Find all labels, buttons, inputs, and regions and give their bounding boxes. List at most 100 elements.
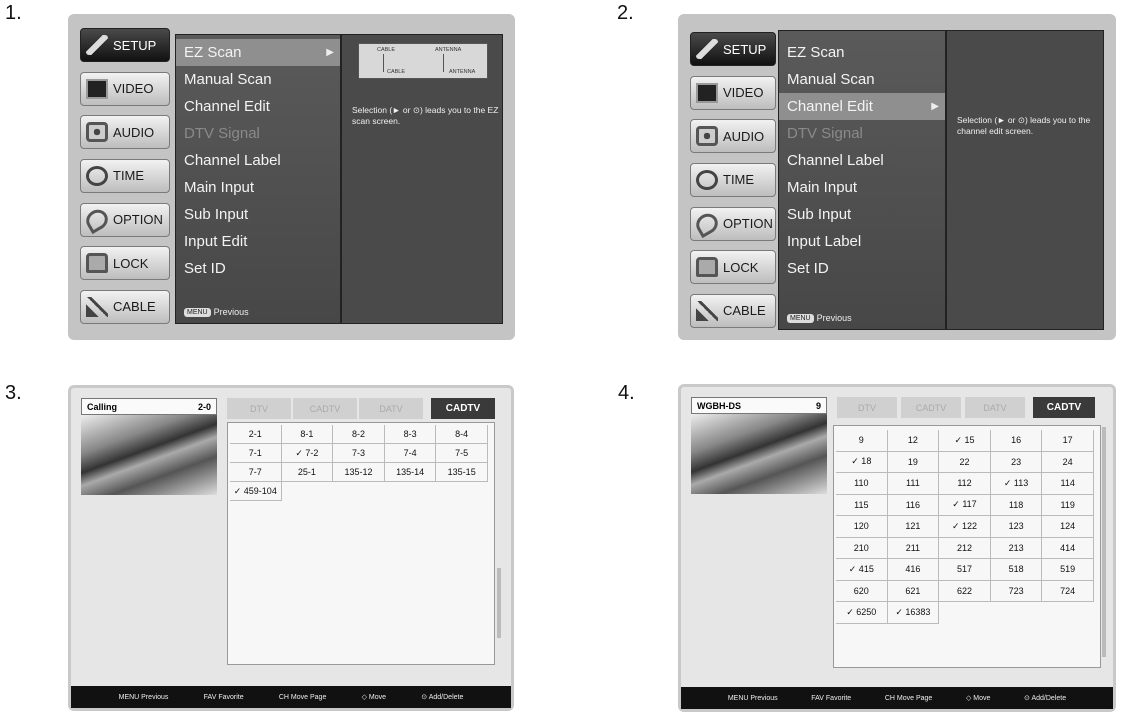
channel-cell[interactable]: 120 (836, 516, 888, 538)
menu-item-set-id[interactable]: Set ID (779, 255, 945, 282)
channel-cell[interactable]: 19 (887, 451, 940, 473)
channel-cell[interactable]: ✓ 6250 (836, 602, 888, 624)
scrollbar[interactable] (1102, 427, 1106, 657)
step-number-2: 2. (617, 2, 634, 24)
menu-item-set-id[interactable]: Set ID (176, 255, 340, 282)
menu-item-ez-scan[interactable]: EZ Scan ▶ (176, 39, 340, 66)
menu-item-input-label[interactable]: Input Label (779, 228, 945, 255)
tab-cadtv-active[interactable]: CADTV (431, 398, 495, 419)
channel-cell[interactable]: 23 (990, 451, 1043, 473)
channel-cell[interactable]: 7-3 (333, 444, 385, 463)
channel-cell[interactable]: 621 (887, 580, 940, 602)
tab-cable[interactable]: CABLE (690, 293, 776, 328)
channel-cell[interactable]: 25-1 (281, 463, 334, 482)
tab-setup[interactable]: SETUP (80, 28, 170, 62)
tab-option[interactable]: OPTION (690, 206, 776, 241)
channel-cell[interactable]: 135-14 (384, 463, 437, 482)
channel-cell[interactable]: 724 (1042, 580, 1094, 602)
channel-cell[interactable]: 8-2 (333, 425, 385, 444)
channel-cell[interactable]: 124 (1042, 516, 1094, 538)
channel-cell[interactable]: 416 (887, 559, 940, 581)
channel-cell[interactable]: 518 (990, 559, 1043, 581)
channel-cell[interactable]: 211 (887, 537, 940, 559)
channel-cell[interactable]: 7-5 (436, 444, 488, 463)
channel-cell[interactable]: 24 (1042, 451, 1094, 473)
tab-cadtv-active[interactable]: CADTV (1033, 397, 1095, 418)
channel-cell[interactable]: ✓ 15 (939, 430, 991, 452)
setup-menu-list: EZ Scan ▶ Manual Scan Channel Edit DTV Si… (175, 34, 341, 324)
channel-cell[interactable]: 118 (990, 494, 1043, 516)
menu-item-manual-scan[interactable]: Manual Scan (779, 66, 945, 93)
channel-cell[interactable]: 7-4 (384, 444, 437, 463)
tab-cadtv-1[interactable]: CADTV (901, 397, 961, 418)
channel-cell[interactable]: 16 (990, 430, 1043, 452)
channel-cell[interactable]: ✓ 415 (836, 559, 888, 581)
menu-item-main-input[interactable]: Main Input (779, 174, 945, 201)
menu-item-ez-scan[interactable]: EZ Scan (779, 39, 945, 66)
channel-cell[interactable]: 8-3 (384, 425, 437, 444)
channel-cell[interactable]: 517 (939, 559, 991, 581)
tab-datv[interactable]: DATV (965, 397, 1025, 418)
channel-cell[interactable]: 212 (939, 537, 991, 559)
channel-cell[interactable]: 213 (990, 537, 1043, 559)
tab-time[interactable]: TIME (690, 162, 776, 197)
channel-cell[interactable]: 7-7 (230, 463, 282, 482)
tab-video[interactable]: VIDEO (690, 75, 776, 110)
channel-cell[interactable]: ✓ 459-104 (230, 482, 282, 501)
channel-cell[interactable]: 112 (939, 473, 991, 495)
channel-cell[interactable]: ✓ 122 (939, 516, 991, 538)
channel-cell[interactable]: 17 (1042, 430, 1094, 452)
tab-video[interactable]: VIDEO (80, 71, 170, 106)
tab-lock[interactable]: LOCK (690, 250, 776, 285)
channel-cell[interactable]: 111 (887, 473, 940, 495)
tab-setup[interactable]: SETUP (690, 32, 776, 66)
channel-cell[interactable]: 622 (939, 580, 991, 602)
channel-cell[interactable]: ✓ 18 (836, 451, 888, 473)
menu-item-sub-input[interactable]: Sub Input (176, 201, 340, 228)
channel-cell[interactable]: 8-4 (436, 425, 488, 444)
menu-item-input-edit[interactable]: Input Edit (176, 228, 340, 255)
tab-cadtv-1[interactable]: CADTV (293, 398, 357, 419)
tab-dtv[interactable]: DTV (227, 398, 291, 419)
channel-cell[interactable]: 119 (1042, 494, 1094, 516)
channel-cell[interactable]: 2-1 (230, 425, 282, 444)
channel-cell[interactable]: 9 (836, 430, 888, 452)
scrollbar[interactable] (497, 568, 501, 638)
menu-item-channel-edit[interactable]: Channel Edit ▶ (779, 93, 945, 120)
tab-audio[interactable]: AUDIO (690, 119, 776, 154)
channel-cell[interactable]: 12 (887, 430, 940, 452)
channel-cell[interactable]: 22 (939, 451, 991, 473)
channel-cell[interactable]: 110 (836, 473, 888, 495)
tab-dtv[interactable]: DTV (837, 397, 897, 418)
channel-cell[interactable]: ✓ 117 (939, 494, 991, 516)
menu-item-main-input[interactable]: Main Input (176, 174, 340, 201)
channel-cell[interactable]: 123 (990, 516, 1043, 538)
channel-cell[interactable]: 121 (887, 516, 940, 538)
channel-cell[interactable]: ✓ 113 (990, 473, 1043, 495)
channel-cell[interactable]: ✓ 7-2 (281, 444, 334, 463)
channel-cell[interactable]: ✓ 16383 (887, 602, 940, 624)
tab-cable[interactable]: CABLE (80, 289, 170, 324)
menu-item-channel-edit[interactable]: Channel Edit (176, 93, 340, 120)
menu-item-sub-input[interactable]: Sub Input (779, 201, 945, 228)
channel-cell[interactable]: 116 (887, 494, 940, 516)
channel-cell[interactable]: 8-1 (281, 425, 334, 444)
channel-cell[interactable]: 723 (990, 580, 1043, 602)
channel-cell[interactable]: 210 (836, 537, 888, 559)
channel-cell[interactable]: 519 (1042, 559, 1094, 581)
channel-cell[interactable]: 414 (1042, 537, 1094, 559)
menu-item-manual-scan[interactable]: Manual Scan (176, 66, 340, 93)
tab-time[interactable]: TIME (80, 158, 170, 193)
channel-cell[interactable]: 135-12 (333, 463, 385, 482)
tab-option[interactable]: OPTION (80, 202, 170, 237)
menu-item-channel-label[interactable]: Channel Label (176, 147, 340, 174)
channel-cell[interactable]: 7-1 (230, 444, 282, 463)
channel-cell[interactable]: 114 (1042, 473, 1094, 495)
channel-cell[interactable]: 620 (836, 580, 888, 602)
menu-item-channel-label[interactable]: Channel Label (779, 147, 945, 174)
tab-lock[interactable]: LOCK (80, 246, 170, 281)
channel-cell[interactable]: 115 (836, 494, 888, 516)
channel-cell[interactable]: 135-15 (436, 463, 488, 482)
tab-datv[interactable]: DATV (359, 398, 423, 419)
tab-audio[interactable]: AUDIO (80, 115, 170, 150)
